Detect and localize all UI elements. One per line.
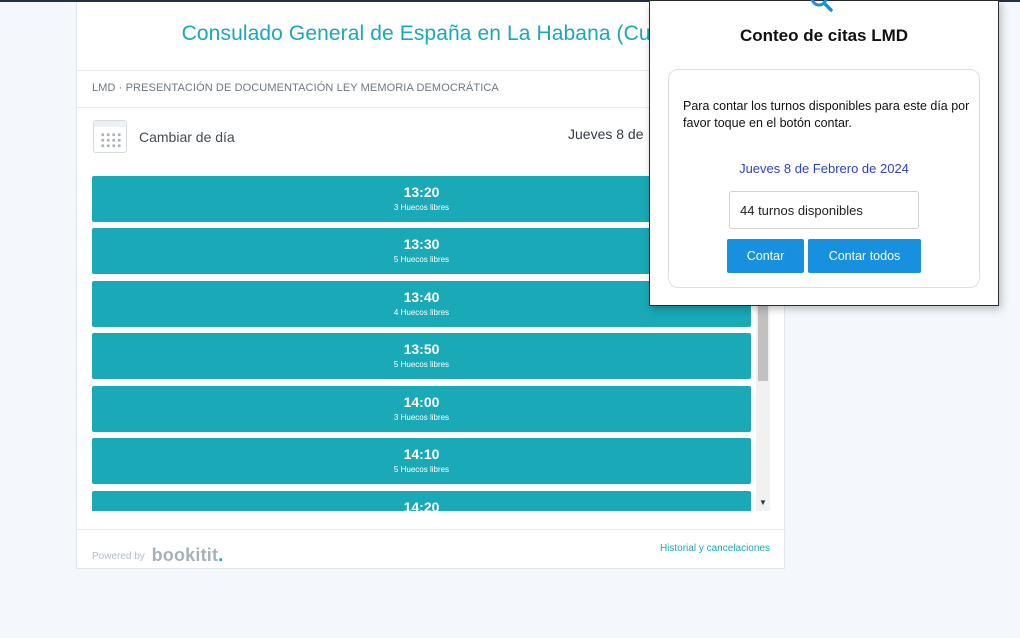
history-link[interactable]: Historial y cancelaciones xyxy=(660,543,770,554)
bookitit-logo: bookitit. xyxy=(151,545,224,565)
service-name: LMD · PRESENTACIÓN DE DOCUMENTACIÓN LEY … xyxy=(92,82,499,94)
time-slot[interactable]: 13:50 5 Huecos libres xyxy=(92,333,751,379)
instructions-text: Para contar los turnos disponibles para … xyxy=(683,99,970,130)
scrollbar-thumb[interactable] xyxy=(758,296,768,381)
divider xyxy=(77,529,786,530)
popup-date: Jueves 8 de Febrero de 2024 xyxy=(739,161,909,176)
slot-availability: 4 Huecos libres xyxy=(393,308,450,317)
slot-availability: 5 Huecos libres xyxy=(393,360,450,369)
popup-title: Conteo de citas LMD xyxy=(739,26,909,45)
time-slot[interactable]: 14:20 xyxy=(92,491,751,511)
calendar-icon[interactable] xyxy=(93,120,127,153)
powered-by: Powered by bookitit. xyxy=(92,545,223,566)
count-result-field[interactable] xyxy=(729,191,919,229)
time-slot[interactable]: 14:10 5 Huecos libres xyxy=(92,438,751,484)
time-slot[interactable]: 14:00 3 Huecos libres xyxy=(92,386,751,432)
slot-time: 13:50 xyxy=(403,341,440,357)
count-card: Para contar los turnos disponibles para … xyxy=(668,69,980,288)
slot-availability: 3 Huecos libres xyxy=(393,413,450,422)
slot-availability: 5 Huecos libres xyxy=(393,465,450,474)
change-day-link[interactable]: Cambiar de día xyxy=(139,129,235,145)
slot-time: 14:20 xyxy=(403,499,440,511)
powered-by-label: Powered by xyxy=(92,551,145,562)
count-button[interactable]: Contar xyxy=(727,239,804,273)
search-icon xyxy=(810,0,833,12)
slot-time: 14:00 xyxy=(403,394,440,410)
arrow-down-icon[interactable]: ▼ xyxy=(756,498,770,507)
extension-popup: Conteo de citas LMD Para contar los turn… xyxy=(649,0,999,306)
current-date: Jueves 8 de xyxy=(568,126,644,142)
slot-time: 14:10 xyxy=(403,446,440,462)
count-all-button[interactable]: Contar todos xyxy=(808,239,921,273)
